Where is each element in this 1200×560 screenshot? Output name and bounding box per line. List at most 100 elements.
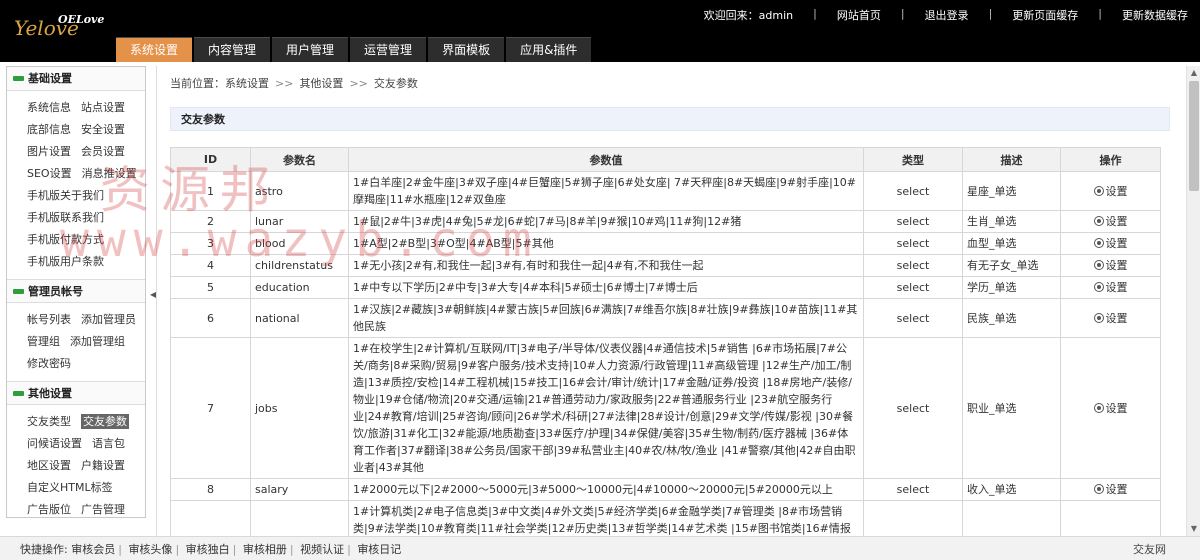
quick-actions: 快捷操作: 审核会员 | 审核头像 | 审核独白 | 审核相册 | 视频认证 | 审核日记 (20, 543, 402, 556)
settings-button[interactable]: 设置 (1093, 281, 1128, 294)
sidebar-item-site-settings[interactable]: 站点设置 (81, 101, 125, 114)
quick-link-review-monologues[interactable]: 审核独白 (186, 543, 230, 556)
sidebar-item-seo[interactable]: SEO设置 (27, 167, 72, 180)
site-home-link[interactable]: 网站首页 (837, 7, 881, 22)
breadcrumb-item[interactable]: 系统设置 (225, 77, 269, 90)
sidebar-item-account-list[interactable]: 帐号列表 (27, 313, 71, 326)
sidebar-item-dating-types[interactable]: 交友类型 (27, 415, 71, 428)
sidebar-item-language-pack[interactable]: 语言包 (92, 437, 125, 450)
cell-id: 4 (170, 254, 251, 277)
cell-name: jobs (250, 337, 349, 479)
tab-content-management[interactable]: 内容管理 (194, 37, 271, 62)
sidebar-item-member-settings[interactable]: 会员设置 (81, 145, 125, 158)
scroll-up-arrow-icon[interactable]: ▲ (1187, 66, 1200, 80)
sidebar-group-other[interactable]: 其他设置 (7, 381, 145, 405)
tab-apps-plugins[interactable]: 应用&插件 (506, 37, 592, 62)
refresh-data-cache-link[interactable]: 更新数据缓存 (1122, 7, 1200, 22)
sidebar-item-footer-info[interactable]: 底部信息 (27, 123, 71, 136)
cell-value: 1#鼠|2#牛|3#虎|4#兔|5#龙|6#蛇|7#马|8#羊|9#猴|10#鸡… (348, 210, 864, 233)
settings-button[interactable]: 设置 (1093, 237, 1128, 250)
sidebar-item-mobile-terms[interactable]: 手机版用户条款 (27, 255, 104, 268)
cell-action: 设置 (1060, 254, 1161, 277)
cell-name: childrenstatus (250, 254, 349, 277)
table-row: 2 lunar 1#鼠|2#牛|3#虎|4#兔|5#龙|6#蛇|7#马|8#羊|9#… (170, 210, 1161, 233)
scroll-down-arrow-icon[interactable]: ▼ (1187, 522, 1200, 536)
breadcrumb: 当前位置：系统设置 >> 其他设置 >> 交友参数 (170, 77, 418, 90)
sidebar-item-ad-slots[interactable]: 广告版位 (27, 503, 71, 516)
quick-link-review-albums[interactable]: 审核相册 (243, 543, 287, 556)
col-header-name: 参数名 (250, 147, 349, 172)
tab-templates[interactable]: 界面模板 (428, 37, 505, 62)
cell-type: select (863, 478, 963, 501)
cell-type: select (863, 337, 963, 479)
tab-operations[interactable]: 运营管理 (350, 37, 427, 62)
collapse-minus-icon (13, 75, 24, 81)
sidebar-item-security[interactable]: 安全设置 (81, 123, 125, 136)
table-row: 1 astro 1#白羊座|2#金牛座|3#双子座|4#巨蟹座|5#狮子座|6#处女… (170, 171, 1161, 211)
cell-action: 设置 (1060, 478, 1161, 501)
quick-link-video-verify[interactable]: 视频认证 (300, 543, 344, 556)
settings-button[interactable]: 设置 (1093, 259, 1128, 272)
oelove-logo[interactable]: Yelove OELove (14, 10, 124, 40)
cell-value: 1#中专以下学历|2#中专|3#大专|4#本科|5#硕士|6#博士|7#博士后 (348, 276, 864, 299)
logout-link[interactable]: 退出登录 (925, 7, 969, 22)
sidebar-item-ad-management[interactable]: 广告管理 (81, 503, 125, 516)
settings-button[interactable]: 设置 (1093, 215, 1128, 228)
gear-icon (1093, 185, 1104, 196)
vertical-scrollbar[interactable]: ▲ ▼ (1186, 66, 1200, 536)
cell-desc: 收入_单选 (962, 478, 1061, 501)
settings-button[interactable]: 设置 (1093, 402, 1128, 415)
table-row: 4 childrenstatus 1#无小孩|2#有,和我住一起|3#有,有时和我住… (170, 254, 1161, 277)
breadcrumb-current: 交友参数 (373, 77, 418, 90)
sidebar-item-admin-groups[interactable]: 管理组 (27, 335, 60, 348)
sidebar-item-change-password[interactable]: 修改密码 (27, 357, 71, 370)
sidebar-item-household-settings[interactable]: 户籍设置 (81, 459, 125, 472)
sidebar-group-basic[interactable]: 基础设置 (7, 67, 145, 91)
gear-icon (1093, 238, 1104, 248)
cell-action: 设置 (1060, 210, 1161, 233)
sidebar-item-system-info[interactable]: 系统信息 (27, 101, 71, 114)
settings-label: 设置 (1105, 483, 1128, 496)
sidebar-item-mobile-about[interactable]: 手机版关于我们 (27, 189, 104, 202)
quick-link-review-diaries[interactable]: 审核日记 (357, 543, 401, 556)
col-header-value: 参数值 (348, 147, 864, 172)
cell-type: select (863, 232, 963, 255)
breadcrumb-item[interactable]: 其他设置 (299, 77, 343, 90)
cell-action: 设置 (1060, 171, 1161, 211)
cell-type: select (863, 210, 963, 233)
params-table: ID 参数名 参数值 类型 描述 操作 1 astro 1#白羊座|2#金牛座|3#… (170, 147, 1161, 557)
welcome-text: 欢迎回来：admin (703, 9, 794, 22)
settings-button[interactable]: 设置 (1093, 185, 1128, 198)
sidebar-item-mobile-payment[interactable]: 手机版付款方式 (27, 233, 104, 246)
cell-action: 设置 (1060, 276, 1161, 299)
scrollbar-thumb[interactable] (1189, 81, 1199, 191)
sidebar-item-custom-html[interactable]: 自定义HTML标签 (27, 481, 113, 494)
sidebar-item-region-settings[interactable]: 地区设置 (27, 459, 71, 472)
cell-value: 1#无小孩|2#有,和我住一起|3#有,有时和我住一起|4#有,不和我住一起 (348, 254, 864, 277)
cell-desc: 有无子女_单选 (962, 254, 1061, 277)
sidebar-item-add-admin-group[interactable]: 添加管理组 (70, 335, 125, 348)
sidebar-item-message-push[interactable]: 消息推设置 (82, 167, 137, 180)
sidebar-group-other-items: 交友类型 交友参数 问候语设置 语言包 地区设置 户籍设置 自定义HTML标签 广告版… (7, 405, 145, 517)
sidebar-item-image-settings[interactable]: 图片设置 (27, 145, 71, 158)
sidebar-item-add-admin[interactable]: 添加管理员 (81, 313, 136, 326)
collapse-minus-icon (13, 390, 24, 396)
sidebar-item-greetings[interactable]: 问候语设置 (27, 437, 82, 450)
cell-action: 设置 (1060, 298, 1161, 338)
gear-icon (1093, 260, 1104, 270)
settings-button[interactable]: 设置 (1093, 312, 1128, 325)
settings-label: 设置 (1105, 237, 1128, 250)
cell-id: 7 (170, 337, 251, 479)
tab-user-management[interactable]: 用户管理 (272, 37, 349, 62)
settings-button[interactable]: 设置 (1093, 483, 1128, 496)
sidebar-item-mobile-contact[interactable]: 手机版联系我们 (27, 211, 104, 224)
cell-value: 1#在校学生|2#计算机/互联网/IT|3#电子/半导体/仪表仪器|4#通信技术… (348, 337, 864, 479)
gear-icon (1093, 282, 1104, 292)
quick-link-review-members[interactable]: 审核会员 (71, 543, 115, 556)
gear-icon (1093, 484, 1104, 494)
quick-link-review-avatars[interactable]: 审核头像 (128, 543, 172, 556)
sidebar-item-dating-params[interactable]: 交友参数 (81, 414, 129, 429)
sidebar-group-admin[interactable]: 管理员帐号 (7, 279, 145, 303)
refresh-page-cache-link[interactable]: 更新页面缓存 (1012, 7, 1078, 22)
tab-system-settings[interactable]: 系统设置 (116, 37, 193, 62)
